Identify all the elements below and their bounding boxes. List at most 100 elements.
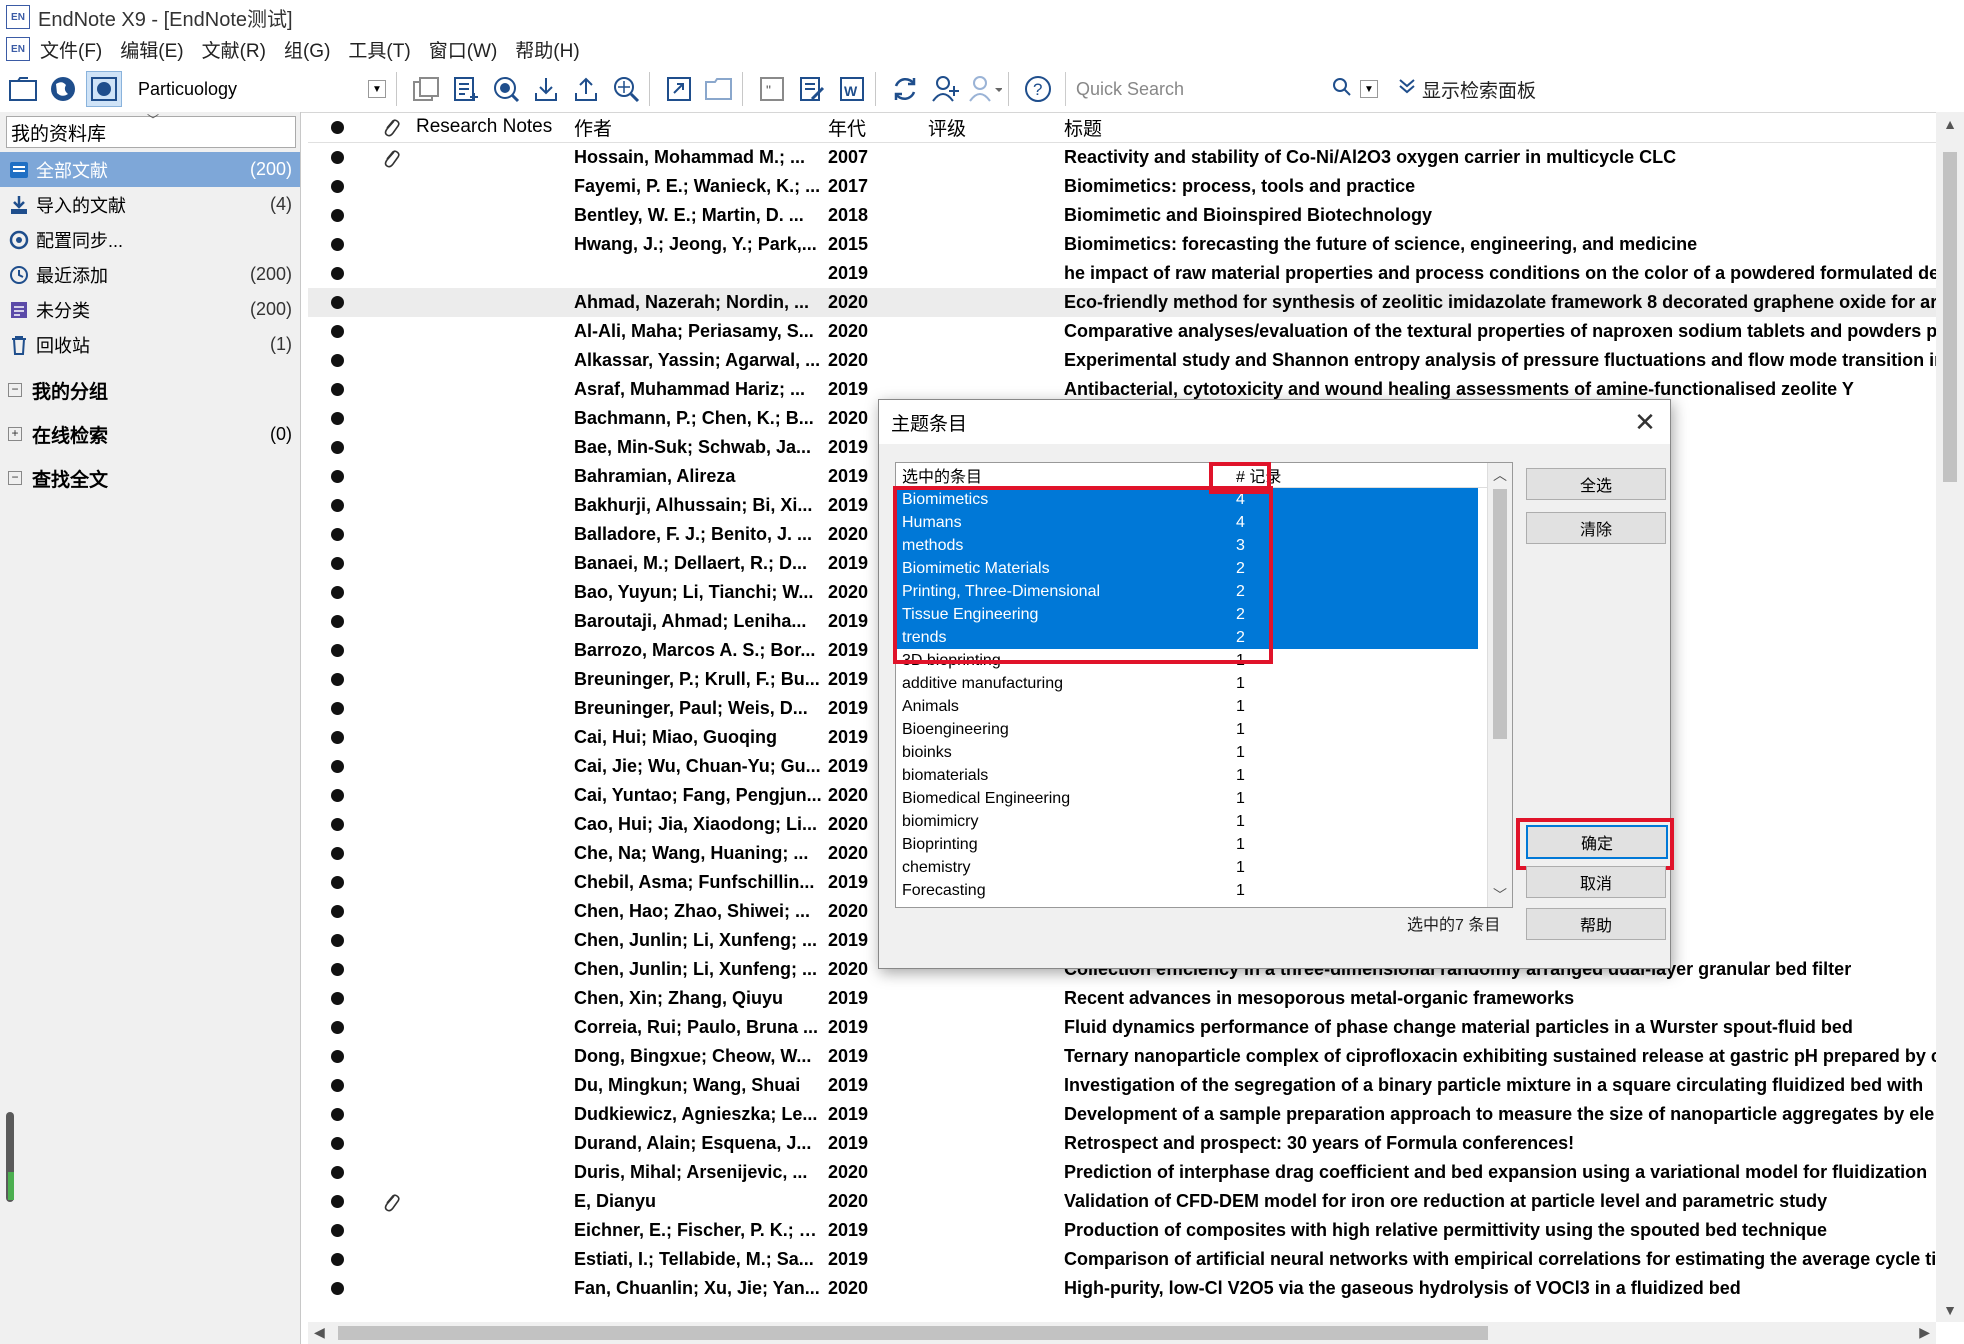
subject-term-item[interactable]: chemistry 1 [896, 856, 1478, 879]
group-item[interactable]: 全部文献 (200) [0, 152, 300, 187]
menu-references[interactable]: 文献(R) [202, 36, 266, 63]
subject-name-column[interactable]: 选中的条目 [896, 463, 1230, 487]
unread-dot-icon[interactable] [308, 325, 366, 338]
endnote-menu-icon[interactable]: EN [6, 37, 30, 61]
reference-list-vertical-scrollbar[interactable]: ▲ ▼ [1936, 112, 1964, 1322]
unread-dot-icon[interactable] [308, 818, 366, 831]
reference-row[interactable]: Dudkiewicz, Agnieszka; Le... 2019 Developm… [308, 1100, 1936, 1129]
subject-term-item[interactable]: Bioprinting 1 [896, 833, 1478, 856]
unread-dot-icon[interactable] [308, 731, 366, 744]
reference-row[interactable]: Ahmad, Nazerah; Nordin, ... 2020 Eco-frien… [308, 288, 1936, 317]
vertical-scroll-thumb[interactable] [1943, 152, 1957, 482]
scroll-down-arrow-icon[interactable]: ﹀ [1488, 885, 1512, 905]
reference-row[interactable]: Chen, Xin; Zhang, Qiuyu 2019 Recent advanc… [308, 984, 1936, 1013]
menu-window[interactable]: 窗口(W) [429, 36, 498, 63]
unread-dot-icon[interactable] [308, 615, 366, 628]
scroll-up-arrow-icon[interactable]: ︿ [1488, 465, 1512, 485]
unread-dot-icon[interactable] [308, 876, 366, 889]
reference-row[interactable]: 2019 he impact of raw material properties… [308, 259, 1936, 288]
scroll-right-arrow-icon[interactable]: ▶ [1919, 1324, 1930, 1341]
subject-term-item[interactable]: Bioengineering 1 [896, 718, 1478, 741]
column-rating[interactable]: 评级 [924, 114, 1064, 141]
unread-dot-icon[interactable] [308, 673, 366, 686]
subject-term-item[interactable]: biomaterials 1 [896, 764, 1478, 787]
unread-dot-icon[interactable] [308, 1050, 366, 1063]
word-icon[interactable]: W [835, 72, 869, 106]
unread-dot-icon[interactable] [308, 934, 366, 947]
unread-dot-icon[interactable] [308, 238, 366, 251]
expand-collapse-icon[interactable]: − [8, 471, 22, 485]
unread-dot-icon[interactable] [308, 1253, 366, 1266]
search-options-chevron-icon[interactable]: ▼ [1360, 80, 1378, 98]
subject-term-item[interactable]: Animals 1 [896, 695, 1478, 718]
select-all-button[interactable]: 全选 [1526, 468, 1666, 500]
import-icon[interactable] [529, 72, 563, 106]
menu-tools[interactable]: 工具(T) [348, 36, 410, 63]
open-link-icon[interactable] [662, 72, 696, 106]
chevron-down-icon[interactable]: ▼ [368, 80, 386, 98]
subject-term-item[interactable]: Biomedical Engineering 1 [896, 787, 1478, 810]
online-search-mode-icon[interactable] [46, 72, 80, 106]
record-count-column[interactable]: # 记录 [1230, 463, 1306, 487]
reference-row[interactable]: Eichner, E.; Fischer, P. K.; H... 2019 Pro… [308, 1216, 1936, 1245]
subject-term-item[interactable]: Biomimetics 4 [896, 488, 1478, 511]
library-header[interactable]: 我的资料库 ﹀ [6, 113, 296, 148]
unread-dot-icon[interactable] [308, 847, 366, 860]
subject-term-item[interactable]: biomimicry 1 [896, 810, 1478, 833]
menu-edit[interactable]: 编辑(E) [120, 36, 183, 63]
column-title[interactable]: 标题 [1064, 114, 1936, 141]
new-reference-icon[interactable] [449, 72, 483, 106]
unread-dot-icon[interactable] [308, 354, 366, 367]
group-item[interactable]: 最近添加 (200) [0, 257, 300, 292]
reference-row[interactable]: Hossain, Mohammad M.; ... 2007 Reactivity … [308, 143, 1936, 172]
unread-dot-icon[interactable] [308, 789, 366, 802]
group-item[interactable]: 配置同步... [0, 222, 300, 257]
reference-row[interactable]: Hwang, J.; Jeong, Y.; Park,... 2015 Biomim… [308, 230, 1936, 259]
search-icon[interactable] [1332, 77, 1352, 102]
subject-term-item[interactable]: additive manufacturing 1 [896, 672, 1478, 695]
reference-row[interactable]: Du, Mingkun; Wang, Shuai 2019 Investigatio… [308, 1071, 1936, 1100]
scroll-left-arrow-icon[interactable]: ◀ [314, 1324, 325, 1341]
insert-citation-icon[interactable]: " [755, 72, 789, 106]
online-search-icon[interactable] [489, 72, 523, 106]
subject-list-scroll-thumb[interactable] [1493, 489, 1507, 739]
unread-dot-icon[interactable] [308, 383, 366, 396]
group-section[interactable]: − 查找全文 [0, 456, 300, 500]
unread-dot-icon[interactable] [308, 1282, 366, 1295]
unread-dot-icon[interactable] [308, 1137, 366, 1150]
unread-dot-icon[interactable] [308, 644, 366, 657]
reference-row[interactable]: Fan, Chuanlin; Xu, Jie; Yan... 2020 High-p… [308, 1274, 1936, 1303]
unread-dot-icon[interactable] [308, 296, 366, 309]
unread-dot-icon[interactable] [308, 905, 366, 918]
unread-dot-icon[interactable] [308, 586, 366, 599]
ok-button[interactable]: 确定 [1526, 825, 1668, 859]
subject-list-scrollbar[interactable]: ︿ ﹀ [1487, 463, 1512, 907]
scroll-up-arrow-icon[interactable]: ▲ [1936, 112, 1964, 136]
cancel-button[interactable]: 取消 [1526, 866, 1666, 898]
unread-dot-icon[interactable] [308, 470, 366, 483]
collapse-chevron-icon[interactable]: ﹀ [147, 111, 159, 128]
copy-to-library-icon[interactable] [409, 72, 443, 106]
reference-row[interactable]: Duris, Mihal; Arsenijevic, ... 2020 Predic… [308, 1158, 1936, 1187]
unread-dot-icon[interactable] [308, 1021, 366, 1034]
subject-term-item[interactable]: Humans 4 [896, 511, 1478, 534]
open-file-icon[interactable] [702, 72, 736, 106]
export-icon[interactable] [569, 72, 603, 106]
reference-row[interactable]: Estiati, I.; Tellabide, M.; Sa... 2019 Com… [308, 1245, 1936, 1274]
scroll-down-arrow-icon[interactable]: ▼ [1936, 1298, 1964, 1322]
reference-row[interactable]: Correia, Rui; Paulo, Bruna ... 2019 Fluid … [308, 1013, 1936, 1042]
expand-collapse-icon[interactable]: − [8, 383, 22, 397]
subject-term-item[interactable]: Forecasting 1 [896, 879, 1478, 902]
share-group-icon[interactable] [928, 72, 962, 106]
reference-row[interactable]: Fayemi, P. E.; Wanieck, K.; ... 2017 Biomi… [308, 172, 1936, 201]
integrated-mode-icon[interactable] [86, 71, 122, 107]
find-full-text-icon[interactable] [609, 72, 643, 106]
unread-dot-icon[interactable] [308, 557, 366, 570]
unread-dot-icon[interactable] [308, 1195, 366, 1208]
subject-term-item[interactable]: Printing, Three-Dimensional 2 [896, 580, 1478, 603]
horizontal-scroll-thumb[interactable] [338, 1326, 1488, 1340]
column-research-notes[interactable]: Research Notes [416, 116, 570, 138]
menu-groups[interactable]: 组(G) [284, 36, 330, 63]
unread-dot-icon[interactable] [308, 528, 366, 541]
help-icon[interactable]: ? [1021, 72, 1055, 106]
